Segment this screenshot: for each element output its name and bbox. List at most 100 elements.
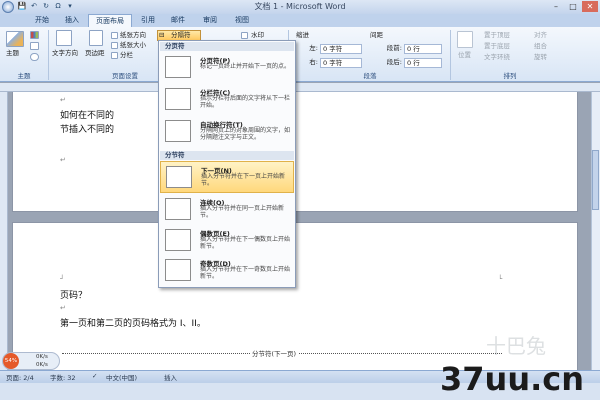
spacing-after-field[interactable]: 0 行 [404,58,442,68]
status-page[interactable]: 页面: 2/4 [6,372,34,382]
status-mode[interactable]: 插入 [164,372,177,382]
odd-page-icon [165,259,191,281]
vertical-ruler[interactable] [0,92,8,370]
spacing-before-label: 段前: [386,44,402,52]
site-watermark: 37uu.cn [440,360,584,398]
menu-item-continuous[interactable]: 连续(O) 插入分节符并在同一页上开始新节。 [160,194,294,226]
page-break-icon [165,56,191,78]
menu-item-text-wrapping-break[interactable]: 自动换行符(T) 分隔网页上的对象周围的文字，如分隔题注文字与正文。 [160,116,294,148]
menu-item-desc: 指示分栏符后面的文字将从下一栏开始。 [200,95,291,109]
scrollbar-thumb[interactable] [592,150,599,210]
tab-mailings[interactable]: 邮件 [164,14,192,27]
position-icon[interactable] [457,31,473,48]
bring-front-button[interactable]: 置于顶层 [484,31,510,40]
tab-view[interactable]: 视图 [228,14,256,27]
paragraph-group-label: 段落 [363,72,377,80]
size-button[interactable]: 纸张大小 [120,41,146,50]
columns-icon[interactable] [111,52,118,59]
body-text-line: 如何在不同的 [60,111,115,121]
menu-item-desc: 插入分节符并在下一奇数页上开始新节。 [200,266,291,280]
indent-right-label: 右: [309,58,318,66]
section-break-label: 分节符(下一页) [250,348,299,358]
continuous-icon [165,198,191,220]
arrange-group-label: 排列 [503,72,517,80]
indent-title: 缩进 [296,31,309,39]
menu-section-section-breaks: 分节符 [160,151,294,160]
text-direction-icon[interactable] [56,30,72,46]
tab-home[interactable]: 开始 [28,14,56,27]
text-wrapping-break-icon [165,120,191,142]
indent-left-field[interactable]: 0 字符 [320,44,362,54]
paragraph-mark: ↵ [60,304,66,312]
status-word-count[interactable]: 字数: 32 [50,372,76,382]
menu-item-desc: 插入分节符并在下一页上开始新节。 [201,173,286,187]
ghost-watermark: 十巴兔 [486,334,546,358]
tab-page-layout[interactable]: 页面布局 [88,14,132,28]
menu-item-even-page[interactable]: 偶数页(E) 插入分节符并在下一偶数页上开始新节。 [160,225,294,257]
menu-item-column-break[interactable]: 分栏符(C) 指示分栏符后面的文字将从下一栏开始。 [160,84,294,116]
network-speed-icon: 54% [3,353,19,369]
maximize-button[interactable]: □ [565,1,581,12]
text-direction-button[interactable]: 文字方向 [52,49,78,58]
rotate-button[interactable]: 旋转 [534,53,547,62]
menu-item-page-break[interactable]: 分页符(P) 标记一页终止并开始下一页的点。 [160,52,294,84]
text-wrap-button[interactable]: 文字环绕 [484,53,510,62]
breaks-label: 分隔符 [171,31,191,39]
send-back-button[interactable]: 置于底层 [484,42,510,51]
breaks-icon: ⊟ [159,31,165,39]
group-button[interactable]: 组合 [534,42,547,51]
menu-item-desc: 标记一页终止并开始下一页的点。 [200,63,291,70]
paragraph-mark: ↵ [60,156,66,164]
even-page-icon [165,229,191,251]
columns-button[interactable]: 分栏 [120,51,133,60]
tab-references[interactable]: 引用 [134,14,162,27]
watermark-icon[interactable] [241,32,248,39]
indent-left-label: 左: [309,44,318,52]
themes-group-label: 主题 [17,72,31,80]
themes-icon[interactable] [6,31,24,47]
size-icon[interactable] [111,42,118,49]
body-text-line: 页码？ [60,291,88,301]
status-language[interactable]: 中文(中国) [106,372,137,382]
column-break-icon [165,88,191,110]
orientation-icon[interactable] [111,32,118,39]
window-title: 文档 1 - Microsoft Word [254,2,346,11]
page-setup-group-label: 页面设置 [112,72,138,80]
theme-effects-icon[interactable] [30,53,39,61]
themes-button[interactable]: 主题 [6,49,19,58]
menu-item-next-page[interactable]: 下一页(N) 插入分节符并在下一页上开始新节。 [160,161,294,193]
position-button[interactable]: 位置 [458,51,471,60]
vertical-scrollbar[interactable] [591,92,600,370]
proofing-icon[interactable]: ✓ [92,372,97,380]
theme-colors-icon[interactable] [30,31,39,39]
margins-button[interactable]: 页边距 [85,49,105,58]
menu-item-desc: 插入分节符并在同一页上开始新节。 [200,205,285,219]
close-button[interactable]: ✕ [582,1,598,12]
download-speed: 0K/s [36,362,48,368]
upload-speed: 0K/s [36,354,48,360]
spacing-title: 间距 [370,31,383,39]
tab-insert[interactable]: 插入 [58,14,86,27]
spacing-after-label: 段后: [386,58,402,66]
margin-corner: ┘ [60,275,65,283]
indent-right-field[interactable]: 0 字符 [320,58,362,68]
ribbon-separator [48,30,49,80]
menu-item-desc: 分隔网页上的对象周围的文字，如分隔题注文字与正文。 [200,127,291,141]
align-button[interactable]: 对齐 [534,31,547,40]
body-text-line: 节插入不同的 [60,125,115,135]
menu-item-odd-page[interactable]: 奇数页(D) 插入分节符并在下一奇数页上开始新节。 [160,255,294,287]
breaks-dropdown-menu: 分页符 分页符(P) 标记一页终止并开始下一页的点。 分栏符(C) 指示分栏符后… [158,40,296,288]
minimize-button[interactable]: – [548,1,564,12]
menu-item-desc: 插入分节符并在下一偶数页上开始新节。 [200,236,291,250]
theme-fonts-icon[interactable] [30,42,39,50]
spacing-before-field[interactable]: 0 行 [404,44,442,54]
watermark-button[interactable]: 水印 [251,31,264,40]
ribbon-separator [450,30,451,80]
tab-review[interactable]: 审阅 [196,14,224,27]
margin-corner: └ [498,275,503,283]
paragraph-mark: ↵ [60,96,66,104]
next-page-icon [166,166,192,188]
orientation-button[interactable]: 纸张方向 [120,31,146,40]
margins-icon[interactable] [89,30,103,46]
horizontal-ruler[interactable] [0,83,600,92]
